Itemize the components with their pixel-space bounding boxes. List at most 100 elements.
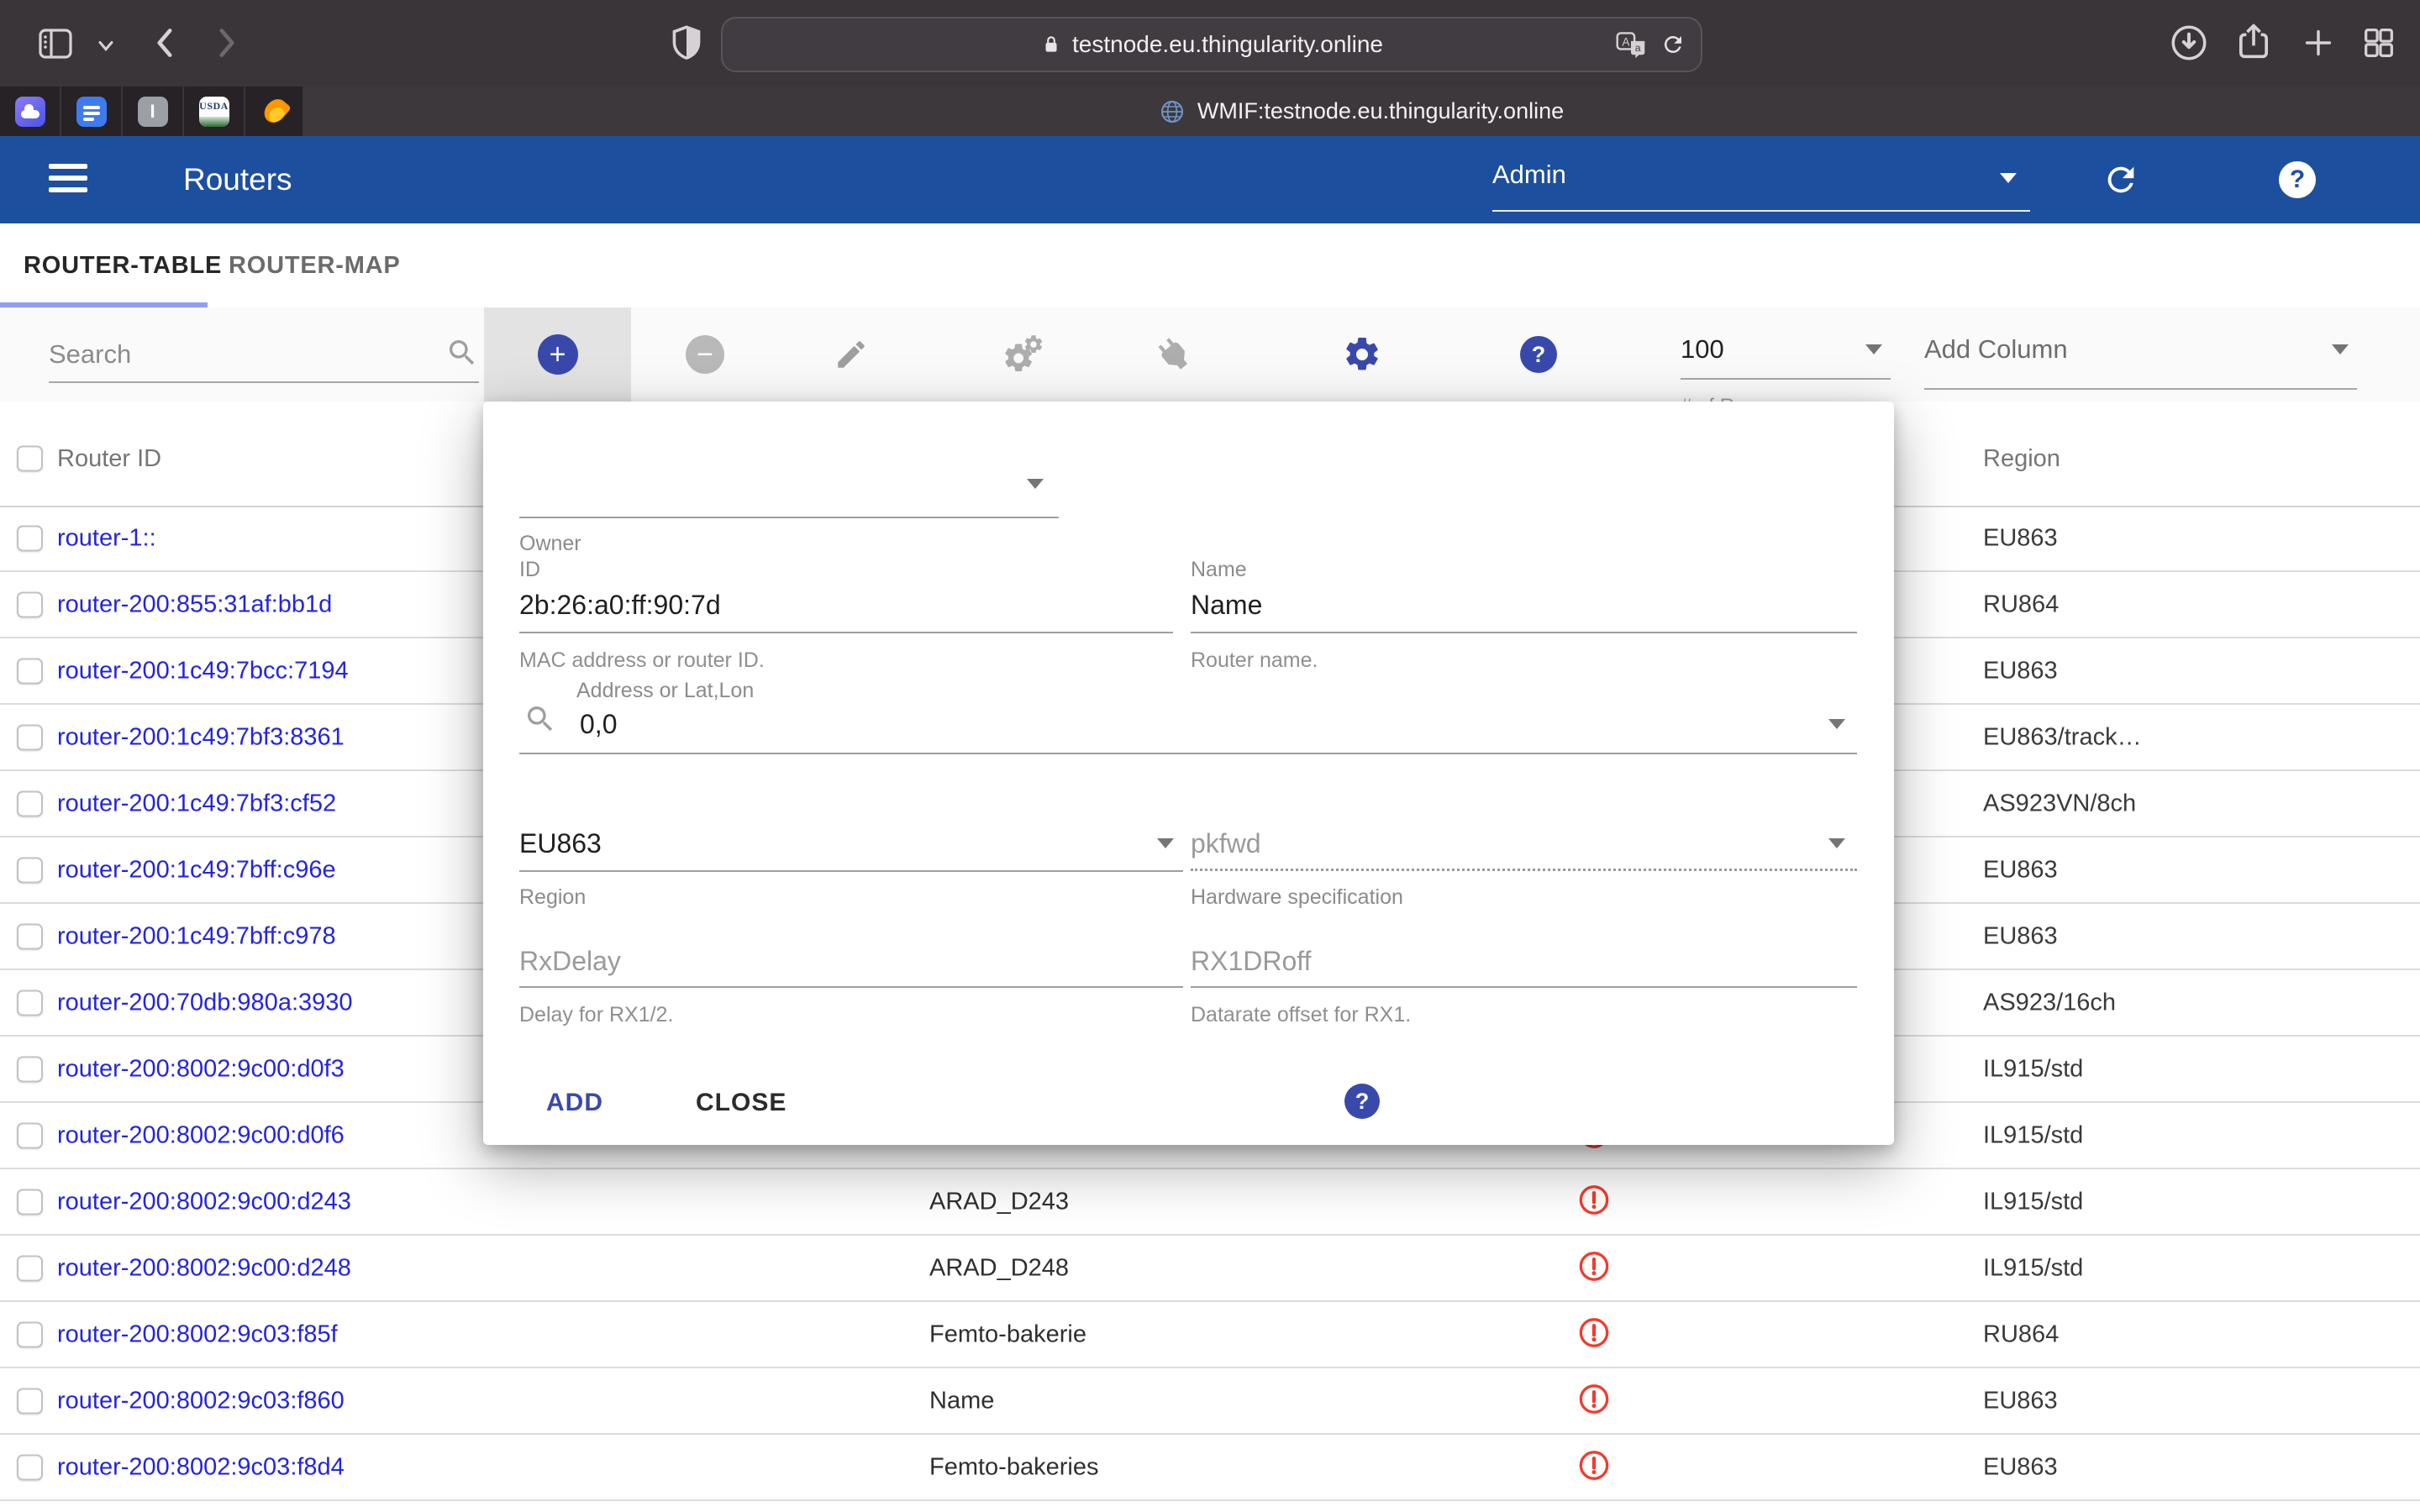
router-id-link[interactable]: router-200:1c49:7bf3:8361 bbox=[57, 723, 345, 751]
downloads-icon[interactable] bbox=[2168, 22, 2210, 64]
rxdelay-hint: Delay for RX1/2. bbox=[519, 1003, 673, 1027]
question-icon: ? bbox=[1520, 336, 1557, 373]
add-column-label: Add Column bbox=[1924, 334, 2068, 365]
app-bar: Routers Admin ? bbox=[0, 136, 2420, 223]
router-id-link[interactable]: router-200:1c49:7bf3:cf52 bbox=[57, 790, 336, 817]
col-header-router-id: Router ID bbox=[57, 445, 161, 473]
router-id-link[interactable]: router-200:8002:9c03:f85f bbox=[57, 1320, 338, 1348]
pinned-tab-firebase[interactable] bbox=[245, 87, 307, 136]
router-id-link[interactable]: router-200:8002:9c03:f8d4 bbox=[57, 1453, 345, 1481]
add-router-button[interactable]: + bbox=[484, 307, 631, 402]
plus-icon: + bbox=[538, 334, 578, 375]
row-checkbox[interactable] bbox=[17, 857, 43, 883]
table-settings-button[interactable] bbox=[1316, 307, 1408, 402]
rxdelay-input[interactable]: RxDelay bbox=[519, 946, 621, 977]
reload-icon[interactable] bbox=[1660, 32, 1686, 57]
router-id-link[interactable]: router-200:70db:980a:3930 bbox=[57, 989, 353, 1016]
row-checkbox[interactable] bbox=[17, 790, 43, 816]
row-checkbox[interactable] bbox=[17, 525, 43, 551]
row-checkbox[interactable] bbox=[17, 1454, 43, 1480]
router-region: IL915/std bbox=[1983, 1254, 2083, 1282]
router-name: Femto-bakerie bbox=[929, 1320, 1086, 1348]
edit-button[interactable] bbox=[805, 307, 897, 402]
svg-text:A: A bbox=[1622, 35, 1630, 48]
pinned-tab-i[interactable]: I bbox=[123, 87, 184, 136]
row-checkbox[interactable] bbox=[17, 1255, 43, 1281]
pinned-tab-usda[interactable]: USDA bbox=[184, 87, 245, 136]
router-name: ARAD_D248 bbox=[929, 1254, 1069, 1282]
share-icon[interactable] bbox=[2232, 20, 2275, 64]
address-input[interactable]: 0,0 bbox=[580, 709, 617, 740]
row-checkbox[interactable] bbox=[17, 1388, 43, 1414]
settings-gears-button[interactable] bbox=[976, 307, 1069, 402]
select-all-checkbox[interactable] bbox=[17, 446, 43, 472]
usda-icon: USDA bbox=[199, 97, 229, 127]
add-button[interactable]: ADD bbox=[546, 1089, 603, 1117]
toolbar-help-button[interactable]: ? bbox=[1492, 307, 1585, 402]
row-checkbox[interactable] bbox=[17, 990, 43, 1016]
router-id-link[interactable]: router-200:8002:9c00:d0f6 bbox=[57, 1121, 345, 1149]
close-button[interactable]: CLOSE bbox=[696, 1089, 786, 1117]
row-checkbox[interactable] bbox=[17, 1189, 43, 1215]
row-checkbox[interactable] bbox=[17, 724, 43, 750]
router-region: IL915/std bbox=[1983, 1055, 2083, 1083]
help-button[interactable]: ? bbox=[2275, 158, 2319, 202]
hardware-select[interactable]: pkfwd bbox=[1191, 828, 1261, 859]
sidebar-icon[interactable] bbox=[35, 24, 76, 64]
address-label: Address or Lat,Lon bbox=[576, 679, 754, 703]
row-checkbox[interactable] bbox=[17, 1321, 43, 1347]
refresh-button[interactable] bbox=[2099, 158, 2143, 202]
page-size-select[interactable]: 100 bbox=[1681, 307, 1891, 402]
gears-icon bbox=[1001, 333, 1044, 376]
rx1droff-input[interactable]: RX1DRoff bbox=[1191, 946, 1311, 977]
tab-router-table[interactable]: ROUTER-TABLE bbox=[24, 223, 222, 307]
router-id-link[interactable]: router-200:8002:9c00:d0f3 bbox=[57, 1055, 345, 1083]
pinned-tab-icloud[interactable] bbox=[0, 87, 61, 136]
router-id-link[interactable]: router-200:8002:9c03:f860 bbox=[57, 1387, 345, 1415]
router-id-link[interactable]: router-1:: bbox=[57, 524, 156, 552]
pencil-icon bbox=[834, 337, 869, 372]
row-checkbox[interactable] bbox=[17, 1056, 43, 1082]
refresh-icon bbox=[2102, 160, 2140, 199]
remove-router-button[interactable]: − bbox=[659, 307, 751, 402]
id-input[interactable]: 2b:26:a0:ff:90:7d bbox=[519, 590, 721, 621]
caret-down-icon bbox=[1865, 344, 1882, 354]
add-column-select[interactable]: Add Column bbox=[1924, 307, 2357, 402]
tab-overview-icon[interactable] bbox=[2360, 24, 2398, 62]
owner-label: Owner bbox=[519, 532, 581, 556]
router-region: RU864 bbox=[1983, 1320, 2059, 1348]
warning-icon bbox=[1577, 1382, 1611, 1420]
active-tab[interactable]: WMIF:testnode.eu.thingularity.online bbox=[302, 87, 2420, 136]
forward-icon[interactable] bbox=[205, 22, 247, 64]
back-icon[interactable] bbox=[145, 22, 187, 64]
new-tab-icon[interactable] bbox=[2299, 24, 2338, 62]
menu-icon[interactable] bbox=[49, 164, 87, 199]
router-id-link[interactable]: router-200:1c49:7bff:c978 bbox=[57, 922, 336, 950]
i-app-icon: I bbox=[138, 97, 168, 127]
region-select[interactable]: EU863 bbox=[519, 828, 602, 859]
router-id-link[interactable]: router-200:855:31af:bb1d bbox=[57, 591, 332, 618]
url-bar[interactable]: testnode.eu.thingularity.online Aa bbox=[721, 17, 1702, 72]
dialog-help-icon[interactable]: ? bbox=[1344, 1084, 1380, 1119]
tab-router-map[interactable]: ROUTER-MAP bbox=[229, 223, 401, 307]
name-input[interactable]: Name bbox=[1191, 590, 1262, 621]
row-checkbox[interactable] bbox=[17, 1122, 43, 1148]
account-select[interactable]: Admin bbox=[1492, 136, 2030, 223]
shield-icon[interactable] bbox=[666, 22, 708, 64]
router-id-link[interactable]: router-200:1c49:7bff:c96e bbox=[57, 856, 336, 884]
router-id-link[interactable]: router-200:1c49:7bcc:7194 bbox=[57, 657, 349, 685]
router-region: IL915/std bbox=[1983, 1188, 2083, 1215]
row-checkbox[interactable] bbox=[17, 658, 43, 684]
row-checkbox[interactable] bbox=[17, 591, 43, 617]
row-checkbox[interactable] bbox=[17, 923, 43, 949]
router-id-link[interactable]: router-200:8002:9c00:d248 bbox=[57, 1254, 351, 1282]
chevron-down-icon[interactable] bbox=[94, 34, 118, 57]
search-input[interactable]: Search bbox=[49, 307, 479, 402]
connect-button[interactable] bbox=[1128, 307, 1220, 402]
pinned-tab-docs[interactable] bbox=[61, 87, 123, 136]
page-title: Routers bbox=[183, 136, 292, 223]
router-region: RU864 bbox=[1983, 591, 2059, 618]
table-row: router-200:8002:9c03:f860NameEU863 bbox=[0, 1368, 2420, 1435]
translate-icon[interactable]: Aa bbox=[1615, 30, 1647, 59]
router-id-link[interactable]: router-200:8002:9c00:d243 bbox=[57, 1188, 351, 1215]
